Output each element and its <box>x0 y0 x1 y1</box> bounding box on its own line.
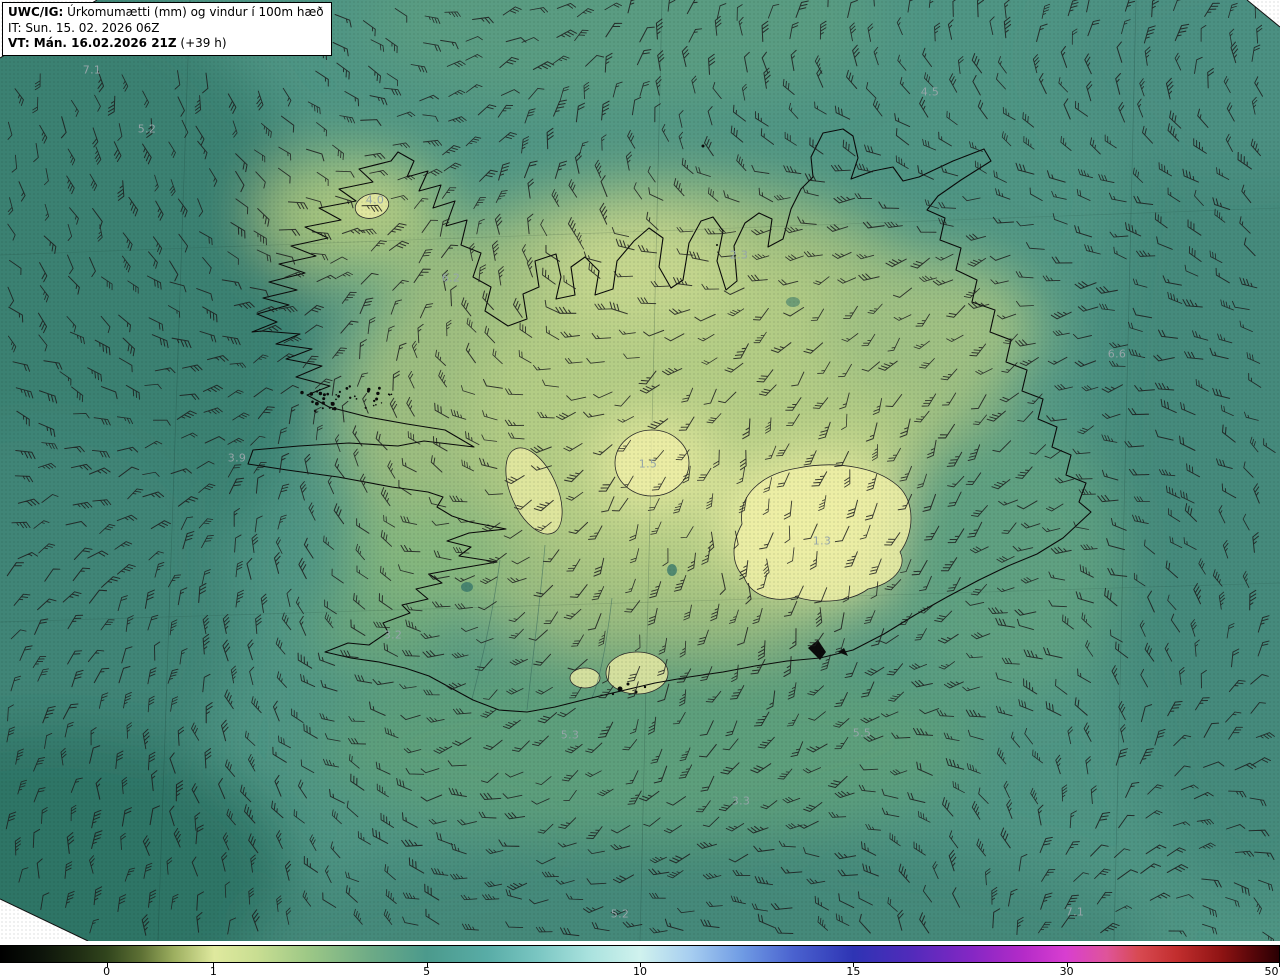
skerry-dot <box>353 395 356 398</box>
precipitation-wind-map <box>0 0 1280 941</box>
colorbar-tick-label: 15 <box>846 965 861 978</box>
valid-time: VT: Mán. 16.02.2026 21Z <box>8 36 177 51</box>
skerry-dot <box>375 397 379 401</box>
title-box: UWC/IG: Úrkomumætti (mm) og vindur í 100… <box>2 2 332 56</box>
colorbar-tick-label: 5 <box>423 965 431 978</box>
skerry-dot <box>378 386 381 390</box>
skerry-dot <box>388 393 391 396</box>
skerry-dot <box>333 407 337 411</box>
product-title: Úrkomumætti (mm) og vindur í 100m hæð <box>63 5 324 19</box>
colorbar-tick-label: 50 <box>1264 965 1279 978</box>
skerry-dot <box>330 402 333 404</box>
skerry-dot <box>321 407 324 410</box>
skerry-dot <box>390 393 393 396</box>
weather-map-frame: 7.1 5.2 4.0 4.5 2.3 6.2 6.6 3.9 1.5 1.3 3.2 5.3 5.5 3… <box>0 0 1280 978</box>
init-time: IT: Sun. 15. 02. 2026 06Z <box>8 20 160 35</box>
skerry-dot <box>322 393 326 397</box>
colorbar-tick <box>1278 963 1280 967</box>
skerry-dot <box>338 390 341 393</box>
skerry-dot <box>322 397 326 401</box>
skerry-dot <box>300 390 304 395</box>
colorbar-tick-label: 10 <box>633 965 647 978</box>
colorbar-tick-label: 30 <box>1059 965 1074 978</box>
skerry-dot <box>321 401 325 405</box>
skerry-dot <box>326 392 330 396</box>
vatnajokull-outline <box>733 464 912 602</box>
colorbar-tick-label: 1 <box>209 965 217 978</box>
model-name: UWC/IG: <box>8 5 64 19</box>
hofsjokull-outline <box>614 429 690 497</box>
product-title-line: UWC/IG: Úrkomumætti (mm) og vindur í 100… <box>8 5 324 21</box>
skerry-dot <box>373 399 376 403</box>
skerry-dot <box>355 398 358 400</box>
skerry-dot <box>337 394 340 398</box>
skerry-dot <box>380 402 383 404</box>
map-canvas: 7.1 5.2 4.0 4.5 2.3 6.2 6.6 3.9 1.5 1.3 3.2 5.3 5.5 3… <box>0 0 1280 941</box>
skerry-dot <box>372 404 375 407</box>
skerry-dot <box>375 404 377 406</box>
valid-time-line: VT: Mán. 16.02.2026 21Z (+39 h) <box>8 36 324 52</box>
skerry-dot <box>349 396 352 399</box>
skerry-dot <box>318 391 323 396</box>
colorbar: 0 1 5 10 15 30 50 <box>0 941 1280 978</box>
skerry-dot <box>376 391 380 396</box>
skerry-dot <box>367 387 371 392</box>
skerry-dot <box>335 394 338 396</box>
colorbar-tick-label: 0 <box>103 965 111 978</box>
eyjafjallajokull-outline <box>569 667 601 689</box>
skerry-dot <box>319 388 321 391</box>
colorbar-gradient <box>0 945 1280 963</box>
skerry-dot <box>348 385 351 388</box>
skerry-dot <box>345 387 349 390</box>
skerry-dot <box>311 400 314 404</box>
skerry-dot <box>328 406 331 409</box>
skerry-dot <box>335 398 337 401</box>
skerry-dot <box>315 401 319 406</box>
skerry-dot <box>315 390 319 393</box>
forecast-lead: (+39 h) <box>176 36 227 51</box>
skerry-dot <box>309 392 314 396</box>
